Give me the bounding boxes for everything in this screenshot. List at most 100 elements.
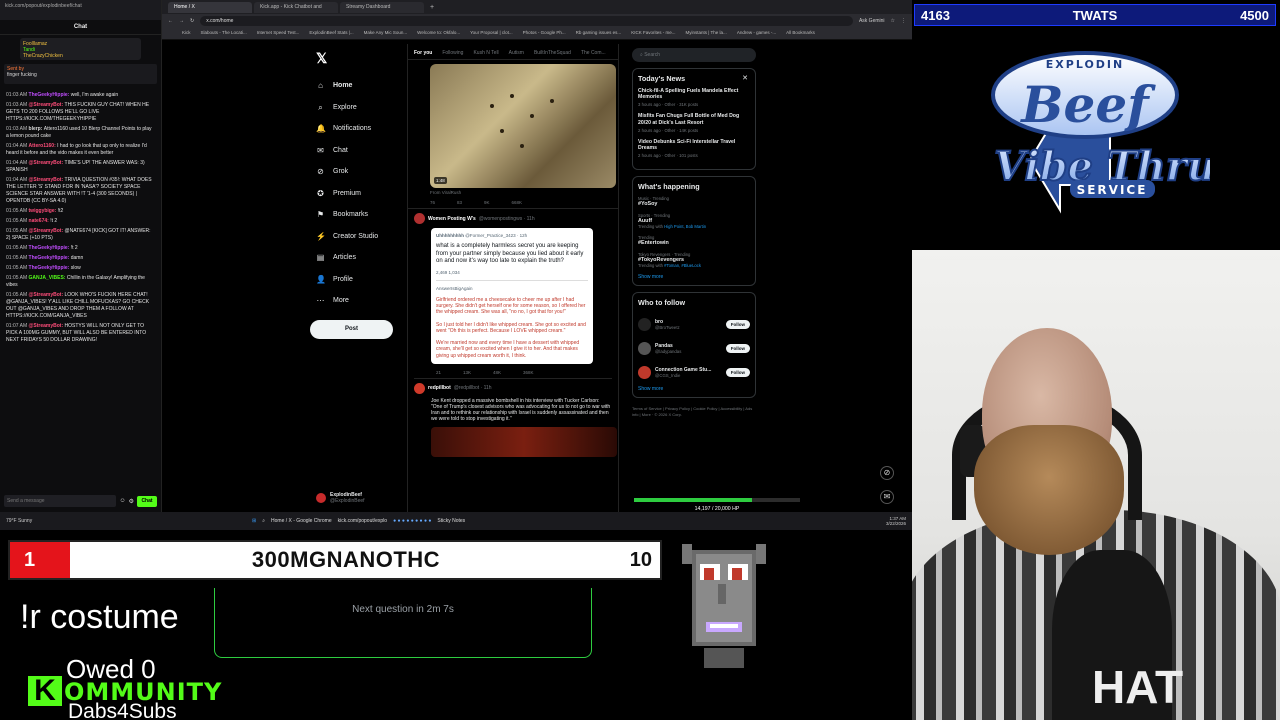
- nav-item-notifications[interactable]: 🔔 Notifications: [310, 118, 410, 140]
- tweet-image[interactable]: [431, 426, 617, 457]
- emoji-icon[interactable]: ☺: [119, 498, 125, 504]
- browser-tab-streamy[interactable]: Streamy Dashboard: [340, 1, 424, 13]
- repost-count[interactable]: 83: [457, 200, 462, 205]
- nav-item-articles[interactable]: ▤ Articles: [310, 247, 410, 269]
- repost-count[interactable]: 13K: [463, 370, 471, 375]
- search-icon[interactable]: ⌕: [262, 518, 265, 524]
- tab-for-you[interactable]: For you: [414, 50, 432, 59]
- browser-tab-kick-app[interactable]: Kick.app - Kick Chatbot and: [254, 1, 338, 13]
- show-more-link[interactable]: Show more: [638, 386, 750, 392]
- close-icon[interactable]: ✕: [742, 74, 748, 82]
- star-icon[interactable]: ☆: [891, 18, 895, 24]
- taskbar-app-kick[interactable]: kick.com/popout/explo: [338, 518, 387, 524]
- follow-button[interactable]: Follow: [725, 343, 750, 353]
- trend-with-links[interactable]: #Toman, #BlueLock: [664, 263, 701, 268]
- chat-username[interactable]: @StreamyBot:: [29, 177, 65, 183]
- nav-item-profile[interactable]: 👤 Profile: [310, 269, 410, 291]
- messages-icon[interactable]: ✉: [880, 490, 894, 504]
- tweet[interactable]: Women Posting W's @womenpostingws · 11h …: [408, 209, 618, 379]
- bookmark-item[interactable]: Myinstants | The la...: [685, 30, 726, 37]
- tab-the-com-[interactable]: The Com...: [581, 50, 606, 59]
- video-media[interactable]: 1:48: [430, 64, 616, 188]
- trend-item[interactable]: Trending #Entertowin: [638, 235, 750, 246]
- bookmark-item[interactable]: Your Proposal | clot...: [470, 30, 513, 37]
- tab-kush-n-tell[interactable]: Kush N Tell: [473, 50, 498, 59]
- reload-icon[interactable]: ↻: [190, 18, 194, 24]
- news-item[interactable]: Video Debunks Sci-Fi Interstellar Travel…: [638, 139, 750, 158]
- chat-username[interactable]: @StreamyBot:: [29, 160, 65, 166]
- chat-username[interactable]: twiggybige:: [29, 208, 58, 214]
- bookmark-item[interactable]: Welcome to: Okfalo...: [417, 30, 460, 37]
- chat-username[interactable]: nate674:: [29, 218, 51, 224]
- avatar[interactable]: [638, 341, 651, 355]
- app-icons[interactable]: ● ● ● ● ● ● ● ● ●: [393, 518, 431, 524]
- chat-username[interactable]: GANJA_VIBES:: [29, 275, 67, 281]
- chat-username[interactable]: TheGeekyHippie:: [29, 92, 71, 98]
- back-icon[interactable]: ←: [168, 18, 173, 24]
- browser-tab-x[interactable]: Home / X: [168, 1, 252, 13]
- like-count[interactable]: 48K: [493, 370, 501, 375]
- trend-item[interactable]: Music · Trending #YoSoy: [638, 196, 750, 207]
- nav-item-more[interactable]: ⋯ More: [310, 290, 410, 312]
- taskbar-clock[interactable]: 1:37 AM 3/22/2026: [886, 516, 906, 526]
- settings-icon[interactable]: ⚙: [129, 498, 134, 505]
- chat-username[interactable]: TheGeekyHippie:: [29, 245, 71, 251]
- bookmark-item[interactable]: Make Any Mic Soun...: [364, 30, 408, 37]
- follow-suggestion[interactable]: Pandas @ladypandas Follow: [638, 336, 750, 360]
- new-tab-icon[interactable]: +: [430, 4, 434, 11]
- avatar[interactable]: [638, 365, 651, 379]
- tweet[interactable]: redpillbot @redpillbot · 11h Joe Kent dr…: [408, 379, 618, 457]
- tweet-author[interactable]: Women Posting W's: [428, 216, 476, 222]
- bookmark-item[interactable]: ExplodinBeef Stats |...: [309, 30, 353, 37]
- tweet-author[interactable]: redpillbot: [428, 385, 451, 391]
- tab-builtinthesquad[interactable]: BuiltInTheSquad: [534, 50, 571, 59]
- taskbar-app-sticky-notes[interactable]: Sticky Notes: [437, 518, 465, 524]
- search-input[interactable]: ⌕ Search: [632, 48, 756, 62]
- grok-icon[interactable]: ⊘: [880, 466, 894, 480]
- taskbar-app-chrome[interactable]: Home / X - Google Chrome: [271, 518, 332, 524]
- chat-username[interactable]: @StreamyBot:: [29, 292, 65, 298]
- account-switcher[interactable]: ExplodinBeef @ExplodinBeef: [316, 492, 406, 504]
- bookmark-item[interactable]: Photos - Google Ph...: [523, 30, 566, 37]
- like-count[interactable]: 9K: [484, 200, 490, 205]
- trend-item[interactable]: Tokyo Revengers · Trending #TokyoRevenger…: [638, 252, 750, 268]
- news-item[interactable]: Misfits Fan Chugs Full Bottle of Med Dog…: [638, 113, 750, 132]
- trend-with-links[interactable]: High Point, Bob Martin: [664, 224, 706, 229]
- forward-icon[interactable]: →: [179, 18, 184, 24]
- reply-count[interactable]: 21: [436, 370, 441, 375]
- tab-following[interactable]: Following: [442, 50, 463, 59]
- bookmark-item[interactable]: Kick: [182, 30, 191, 37]
- start-icon[interactable]: ⊞: [252, 518, 256, 524]
- view-count[interactable]: 668K: [512, 200, 523, 205]
- post-button[interactable]: Post: [310, 319, 393, 339]
- view-count[interactable]: 368K: [523, 370, 534, 375]
- bookmark-item[interactable]: Rb gaming issues es...: [576, 30, 622, 37]
- address-bar[interactable]: x.com/home: [200, 16, 853, 26]
- avatar[interactable]: [414, 213, 425, 224]
- chat-username[interactable]: TheGeekyHippie:: [29, 265, 71, 271]
- nav-item-chat[interactable]: ✉ Chat: [310, 140, 410, 162]
- chat-input[interactable]: Send a message: [4, 495, 117, 507]
- follow-suggestion[interactable]: bro @BroTweetz Follow: [638, 312, 750, 336]
- nav-item-creator-studio[interactable]: ⚡ Creator Studio: [310, 226, 410, 248]
- nav-item-grok[interactable]: ⊘ Grok: [310, 161, 410, 183]
- tab-autism[interactable]: Autism: [509, 50, 524, 59]
- menu-icon[interactable]: ⋮: [901, 18, 906, 24]
- chat-username[interactable]: @StreamyBot:: [29, 323, 65, 329]
- chat-send-button[interactable]: Chat: [137, 495, 157, 507]
- reply-count[interactable]: 76: [430, 200, 435, 205]
- avatar[interactable]: [414, 382, 425, 394]
- trend-item[interactable]: Sports · Trending Auuff Trending with High…: [638, 213, 750, 229]
- chat-username[interactable]: TheGeekyHippie:: [29, 255, 71, 261]
- bookmark-item[interactable]: KICK Favorites - me...: [631, 30, 675, 37]
- show-more-link[interactable]: Show more: [638, 274, 750, 280]
- bookmark-item[interactable]: Internet Speed Test...: [257, 30, 300, 37]
- follow-button[interactable]: Follow: [725, 319, 750, 329]
- nav-item-bookmarks[interactable]: ⚑ Bookmarks: [310, 204, 410, 226]
- ask-gemini-button[interactable]: Ask Gemini: [859, 18, 885, 24]
- chat-username[interactable]: blerp:: [29, 126, 44, 132]
- follow-suggestion[interactable]: Connection Game Stu... @CGS_Indie Follow: [638, 360, 750, 384]
- nav-item-premium[interactable]: ✪ Premium: [310, 183, 410, 205]
- weather-widget[interactable]: 79°F Sunny: [6, 518, 66, 524]
- chat-url-bar[interactable]: kick.com/popout/explodinbeef/chat: [0, 0, 161, 20]
